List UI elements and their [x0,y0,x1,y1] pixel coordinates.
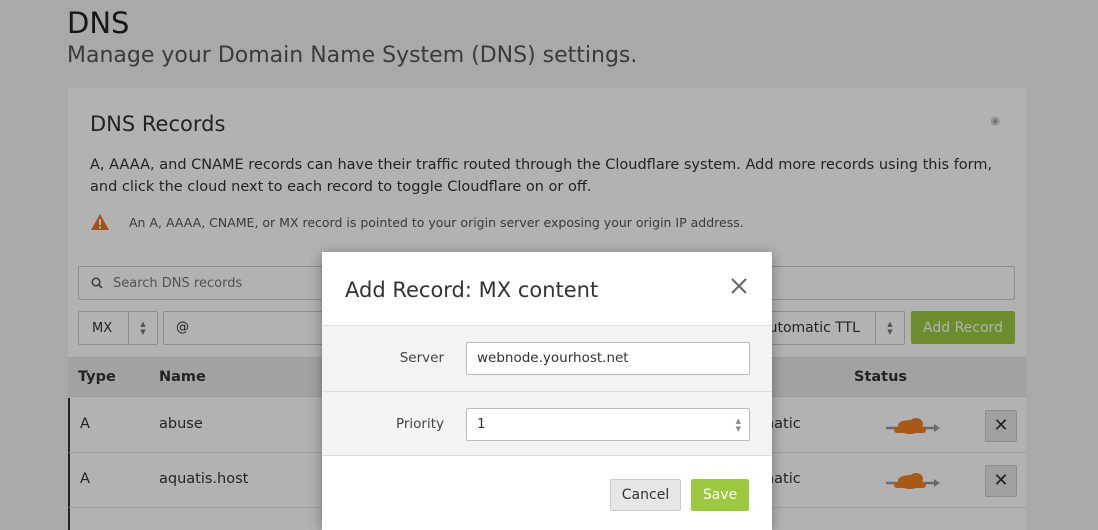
chevron-down-icon: ▼ [735,425,741,433]
server-input[interactable]: webnode.yourhost.net [466,342,750,375]
priority-value: 1 [477,416,486,432]
modal-footer: Cancel Save [322,456,772,530]
priority-row: Priority 1 ▲ ▼ [322,391,772,456]
save-button[interactable]: Save [691,479,749,511]
priority-stepper[interactable]: ▲ ▼ [736,417,741,433]
modal-body: Server webnode.yourhost.net Priority 1 ▲… [322,325,772,456]
priority-label: Priority [395,416,444,432]
server-label: Server [399,350,444,366]
modal-title: Add Record: MX content [345,278,599,302]
cancel-button[interactable]: Cancel [610,479,681,511]
add-record-modal: Add Record: MX content Server webnode.yo… [322,252,772,530]
close-icon [731,277,747,294]
chevron-up-icon: ▲ [735,417,741,425]
modal-close-button[interactable] [724,272,754,302]
priority-input[interactable]: 1 ▲ ▼ [466,408,750,441]
server-row: Server webnode.yourhost.net [322,326,772,391]
